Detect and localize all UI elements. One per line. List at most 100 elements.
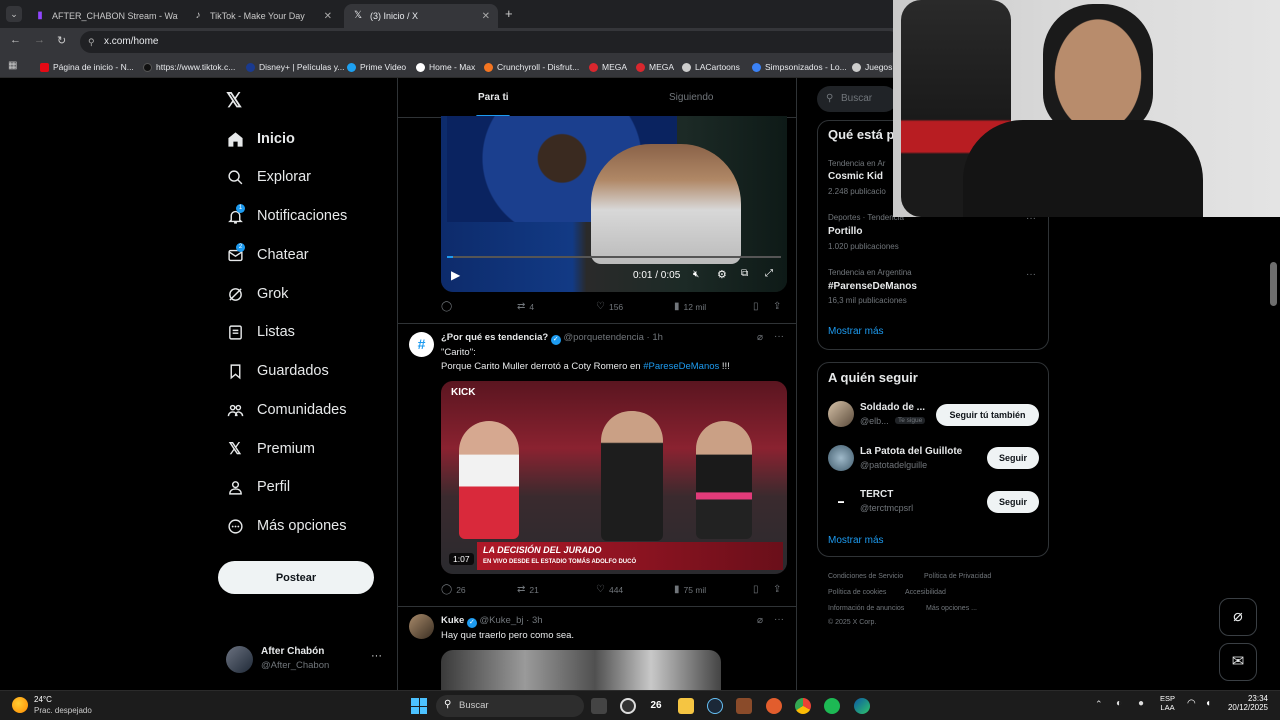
author-handle[interactable]: @Kuke_bj bbox=[480, 615, 524, 626]
bookmark-item[interactable]: LACartoons bbox=[682, 60, 740, 74]
language-indicator[interactable]: ESP LAA bbox=[1160, 694, 1175, 712]
author-handle[interactable]: @porquetendencia bbox=[563, 332, 643, 343]
nav-item-bookmarks[interactable]: Guardados bbox=[226, 356, 329, 386]
nav-item-more[interactable]: Más opciones bbox=[226, 511, 346, 541]
follow-back-button[interactable]: Seguir tú también bbox=[936, 404, 1039, 426]
pip-icon[interactable]: ⧉ bbox=[741, 268, 748, 279]
avatar[interactable] bbox=[828, 401, 854, 427]
nav-item-profile[interactable]: Perfil bbox=[226, 472, 290, 502]
messages-float-button[interactable]: ✉ bbox=[1219, 643, 1257, 681]
grok-icon[interactable]: ⌀ bbox=[757, 615, 763, 626]
clock[interactable]: 23:34 20/12/2025 bbox=[1222, 694, 1268, 712]
footer-link[interactable]: Política de cookies bbox=[828, 589, 886, 596]
tweet-video[interactable]: KICK LA DECISIÓN DEL JURADO EN VIVO DESD… bbox=[441, 381, 787, 574]
video-player[interactable]: ▶ 0:01 / 0:05 🔇︎ ⚙ ⧉ ⤢ bbox=[441, 116, 787, 292]
spotify-icon[interactable] bbox=[824, 698, 840, 714]
calendar-icon[interactable]: 26 bbox=[648, 698, 664, 714]
tab-for-you[interactable]: Para ti bbox=[478, 92, 509, 103]
suggested-user-name[interactable]: Soldado de ... bbox=[860, 402, 925, 413]
author-name[interactable]: Kuke bbox=[441, 615, 464, 626]
fullscreen-icon[interactable]: ⤢ bbox=[765, 268, 773, 279]
footer-link[interactable]: Accesibilidad bbox=[905, 589, 946, 596]
grok-icon[interactable]: ⌀ bbox=[757, 332, 763, 343]
volume-icon[interactable]: ◖ bbox=[1205, 698, 1211, 709]
nav-item-premium[interactable]: 𝕏 Premium bbox=[226, 434, 315, 464]
browser-tab-twitch[interactable]: ▮ AFTER_CHABON Stream - Watc ✕ bbox=[26, 4, 178, 28]
bookmark-item[interactable]: https://www.tiktok.c... bbox=[143, 60, 235, 74]
nav-item-communities[interactable]: Comunidades bbox=[226, 395, 346, 425]
play-icon[interactable]: ▶ bbox=[451, 268, 460, 282]
author-name[interactable]: ¿Por qué es tendencia? bbox=[441, 332, 548, 343]
chrome-icon[interactable] bbox=[795, 698, 811, 714]
grok-float-button[interactable]: ⌀ bbox=[1219, 598, 1257, 636]
footer-link[interactable]: Más opciones ... bbox=[926, 605, 977, 612]
mute-icon[interactable]: 🔇︎ bbox=[693, 269, 699, 280]
taskbar-search[interactable]: ⚲ Buscar bbox=[436, 695, 584, 717]
footer-link[interactable]: Política de Privacidad bbox=[924, 573, 991, 580]
url-input[interactable]: ⚲ x.com/home bbox=[80, 31, 900, 53]
follow-button[interactable]: Seguir bbox=[987, 447, 1039, 469]
bookmark-item[interactable]: Home - Max bbox=[416, 60, 475, 74]
nav-item-grok[interactable]: Grok bbox=[226, 279, 288, 309]
more-dots-icon[interactable]: ··· bbox=[1026, 269, 1036, 280]
avatar[interactable] bbox=[409, 614, 434, 639]
video-progress-bar[interactable] bbox=[447, 256, 781, 258]
page-scrollbar[interactable] bbox=[1270, 262, 1277, 306]
nav-item-lists[interactable]: Listas bbox=[226, 317, 295, 347]
steam-icon[interactable] bbox=[707, 698, 723, 714]
more-dots-icon[interactable]: ··· bbox=[774, 331, 784, 342]
bookmark-item[interactable]: Disney+ | Películas y... bbox=[246, 60, 344, 74]
back-icon[interactable]: ← bbox=[10, 34, 21, 46]
avatar[interactable]: ▬ bbox=[828, 489, 854, 515]
suggested-user-name[interactable]: TERCT bbox=[860, 489, 893, 500]
browser-tab-tiktok[interactable]: ♪ TikTok - Make Your Day ✕ bbox=[184, 4, 340, 28]
obs-icon[interactable] bbox=[620, 698, 636, 714]
bookmark-item[interactable]: MEGA bbox=[589, 60, 627, 74]
nav-item-home[interactable]: Inicio bbox=[226, 124, 295, 154]
x-logo-icon[interactable]: 𝕏 bbox=[226, 88, 242, 113]
bookmark-button[interactable]: ▯ bbox=[753, 301, 763, 312]
footer-link[interactable]: Condiciones de Servicio bbox=[828, 573, 903, 580]
close-tab-icon[interactable]: ✕ bbox=[324, 11, 332, 22]
bookmark-button[interactable]: ▯ bbox=[753, 584, 763, 595]
suggested-user-name[interactable]: La Patota del Guillote bbox=[860, 446, 962, 457]
task-view-icon[interactable] bbox=[591, 698, 607, 714]
account-switcher[interactable]: After Chabón @After_Chabon ··· bbox=[226, 644, 386, 676]
close-tab-icon[interactable]: ✕ bbox=[482, 11, 490, 22]
nav-item-explore[interactable]: Explorar bbox=[226, 162, 311, 192]
tweet-time[interactable]: 3h bbox=[532, 615, 543, 626]
tweet-time[interactable]: 1h bbox=[652, 332, 663, 343]
retweet-button[interactable]: ⇄ 21 bbox=[517, 584, 539, 595]
settings-icon[interactable]: ⚙ bbox=[717, 268, 727, 281]
weather-icon[interactable] bbox=[12, 697, 28, 713]
follow-button[interactable]: Seguir bbox=[987, 491, 1039, 513]
bookmark-item[interactable]: MEGA bbox=[636, 60, 674, 74]
game-app-icon[interactable] bbox=[736, 698, 752, 714]
new-tab-icon[interactable]: + bbox=[505, 6, 513, 21]
site-info-icon[interactable]: ⚲ bbox=[88, 31, 95, 53]
reply-button[interactable]: ◯ bbox=[441, 301, 456, 312]
like-button[interactable]: ♡ 444 bbox=[596, 584, 623, 595]
hashtag-link[interactable]: #PareseDeManos bbox=[643, 361, 719, 372]
tab-list-chevron-icon[interactable]: ⌄ bbox=[6, 6, 22, 22]
views-button[interactable]: ▮ 75 mil bbox=[674, 584, 706, 595]
avatar[interactable] bbox=[828, 445, 854, 471]
share-button[interactable]: ⇪ bbox=[773, 301, 785, 312]
bookmark-item[interactable]: Juegos bbox=[852, 60, 892, 74]
avatar[interactable]: # bbox=[409, 332, 434, 357]
forward-icon[interactable]: → bbox=[34, 34, 45, 46]
search-input[interactable]: ⚲ Buscar bbox=[817, 86, 897, 112]
reply-button[interactable]: ◯ 26 bbox=[441, 584, 466, 595]
edge-icon[interactable] bbox=[854, 698, 870, 714]
tray-app-icon[interactable]: ◐ bbox=[1116, 698, 1122, 709]
post-button[interactable]: Postear bbox=[218, 561, 374, 594]
microphone-icon[interactable] bbox=[766, 698, 782, 714]
bookmark-item[interactable]: Prime Video bbox=[347, 60, 406, 74]
show-more-trends-link[interactable]: Mostrar más bbox=[828, 326, 884, 337]
retweet-button[interactable]: ⇄ 4 bbox=[517, 301, 534, 312]
tray-overflow-icon[interactable]: ⌃ bbox=[1095, 699, 1103, 710]
share-button[interactable]: ⇪ bbox=[773, 584, 785, 595]
windows-start-icon[interactable] bbox=[411, 698, 427, 714]
browser-tab-x[interactable]: 𝕏 (3) Inicio / X ✕ bbox=[344, 4, 498, 28]
wifi-icon[interactable]: ◠ bbox=[1187, 698, 1196, 709]
